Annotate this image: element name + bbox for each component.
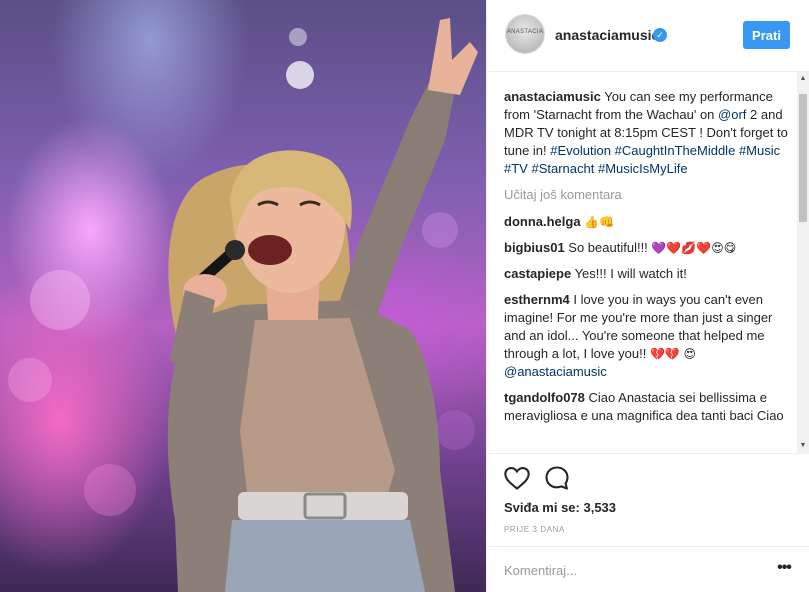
comments-section[interactable]: anastaciamusic You can see my performanc… — [487, 72, 809, 453]
add-comment-bar: ••• — [487, 546, 809, 592]
hashtag-evolution[interactable]: #Evolution — [550, 143, 611, 158]
comment-text: So beautiful!!! — [564, 240, 652, 255]
hashtag-caughtinthemiddle[interactable]: #CaughtInTheMiddle — [615, 143, 736, 158]
comment-username[interactable]: bigbius01 — [504, 240, 565, 255]
more-options-icon[interactable]: ••• — [773, 558, 795, 580]
comment-username[interactable]: castapiepe — [504, 266, 571, 281]
comment-item: donna.helga 👍👊 — [504, 213, 790, 231]
comment-text: Yes!!! I will watch it! — [571, 266, 687, 281]
comment-emoji: 💜❤️💋❤️😍😋 — [651, 241, 737, 255]
mention-anastaciamusic[interactable]: @anastaciamusic — [504, 364, 607, 379]
mention-orf[interactable]: @orf — [718, 107, 746, 122]
like-heart-icon[interactable] — [503, 464, 531, 492]
comment-item: esthernm4 I love you in ways you can't e… — [504, 291, 790, 381]
hashtag-tv[interactable]: #TV — [504, 161, 528, 176]
caption-username[interactable]: anastaciamusic — [504, 89, 601, 104]
comment-username[interactable]: tgandolfo078 — [504, 390, 585, 405]
comment-emoji: 👍👊 — [584, 215, 615, 229]
avatar-text: ANASTACIA — [506, 29, 544, 35]
post-photo[interactable] — [0, 0, 486, 592]
comments-scrollbar[interactable]: ▲ ▼ — [797, 72, 809, 453]
hashtag-musicismylife[interactable]: #MusicIsMyLife — [598, 161, 688, 176]
comment-emoji: 💔💔 — [649, 347, 680, 361]
comment-bubble-icon[interactable] — [543, 464, 571, 492]
avatar[interactable]: ANASTACIA — [505, 14, 545, 54]
comment-item: castapiepe Yes!!! I will watch it! — [504, 265, 790, 283]
comment-item: bigbius01 So beautiful!!! 💜❤️💋❤️😍😋 — [504, 239, 790, 257]
performer-illustration — [8, 18, 478, 592]
scroll-down-arrow-icon[interactable]: ▼ — [797, 439, 809, 453]
comment-input[interactable] — [504, 560, 744, 580]
post-caption: anastaciamusic You can see my performanc… — [504, 88, 790, 178]
follow-button[interactable]: Prati — [743, 21, 790, 49]
post-timestamp[interactable]: PRIJE 3 DANA — [504, 525, 565, 534]
scroll-up-arrow-icon[interactable]: ▲ — [797, 72, 809, 86]
comment-emoji-2: 😍 — [683, 347, 697, 361]
likes-count[interactable]: Sviđa mi se: 3,533 — [504, 500, 616, 515]
load-more-comments-link[interactable]: Učitaj još komentara — [504, 186, 790, 204]
post-header: ANASTACIA anastaciamusic ✓ Prati — [487, 0, 809, 72]
comment-item: tgandolfo078 Ciao Anastacia sei bellissi… — [504, 389, 790, 425]
verified-badge-icon: ✓ — [653, 28, 667, 42]
comment-username[interactable]: donna.helga — [504, 214, 581, 229]
header-username[interactable]: anastaciamusic — [555, 27, 659, 43]
scrollbar-thumb[interactable] — [799, 94, 807, 222]
post-sidebar: ANASTACIA anastaciamusic ✓ Prati anastac… — [486, 0, 809, 592]
hashtag-music[interactable]: #Music — [739, 143, 780, 158]
comment-username[interactable]: esthernm4 — [504, 292, 570, 307]
hashtag-starnacht[interactable]: #Starnacht — [531, 161, 594, 176]
